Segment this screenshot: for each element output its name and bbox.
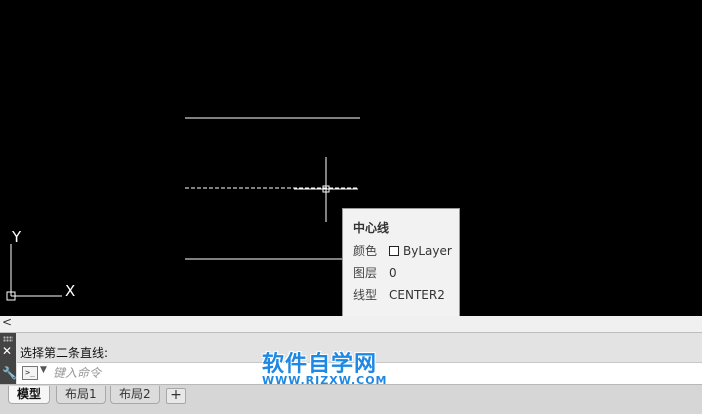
tooltip-key: 图层 (353, 266, 378, 280)
color-swatch-icon (389, 246, 399, 256)
command-prompt-icon[interactable]: >_ (22, 366, 38, 380)
ucs-x-label: X (65, 282, 75, 300)
command-panel-grip[interactable]: ✕ 🔧 (0, 333, 17, 385)
tab-model[interactable]: 模型 (8, 386, 51, 404)
add-layout-tab-button[interactable]: + (166, 388, 186, 404)
tooltip-value: CENTER2 (389, 288, 445, 302)
grip-dots-icon[interactable] (3, 336, 13, 342)
tooltip-key: 线型 (353, 288, 378, 302)
layout-tab-bar: 模型 布局1 布局2 + (0, 384, 702, 414)
customize-wrench-icon[interactable]: 🔧 (2, 367, 17, 379)
tab-layout2[interactable]: 布局2 (110, 386, 160, 404)
tooltip-value: ByLayer (403, 244, 452, 258)
tooltip-row-layer: 图层 0 (353, 265, 397, 281)
close-icon[interactable]: ✕ (2, 345, 12, 357)
object-tooltip: 中心线 颜色 ByLayer 图层 0 线型 CENTER2 (342, 208, 460, 319)
tooltip-row-linetype: 线型 CENTER2 (353, 287, 445, 303)
tooltip-row-color: 颜色 ByLayer (353, 243, 452, 259)
tooltip-key: 颜色 (353, 244, 378, 258)
tooltip-value: 0 (389, 266, 397, 280)
scroll-left-icon[interactable]: < (2, 315, 12, 329)
chevron-down-icon[interactable]: ▼ (40, 365, 47, 375)
command-history-line: 选择第二条直线: (20, 346, 109, 360)
horizontal-scrollbar[interactable]: < (0, 315, 702, 332)
tooltip-title: 中心线 (353, 221, 390, 235)
ucs-icon: Y X (6, 228, 75, 301)
tab-layout1[interactable]: 布局1 (56, 386, 106, 404)
ucs-y-label: Y (11, 228, 22, 246)
drawing-canvas[interactable]: Y X 中心线 颜色 ByLayer 图层 0 线型 CENTER2 (0, 0, 702, 319)
